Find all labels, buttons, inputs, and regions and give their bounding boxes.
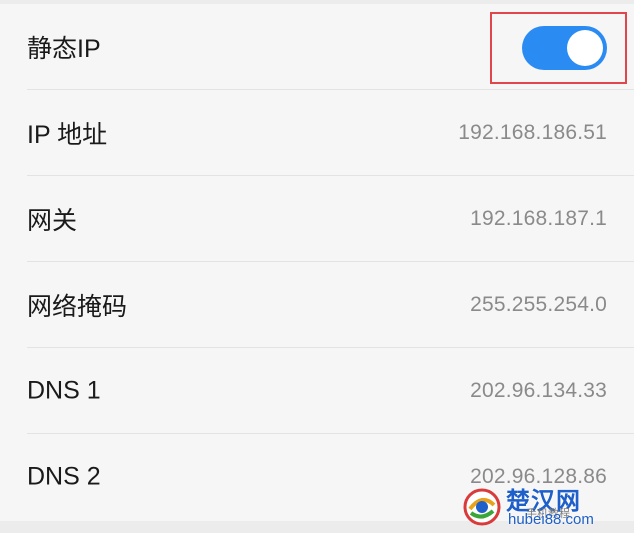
static-ip-label: 静态IP bbox=[27, 35, 101, 63]
watermark-url: hubei88.com bbox=[508, 511, 594, 528]
static-ip-toggle[interactable] bbox=[522, 26, 607, 70]
dns1-label: DNS 1 bbox=[27, 376, 101, 405]
dns1-row[interactable]: DNS 1 202.96.134.33 bbox=[0, 348, 634, 434]
ip-address-row[interactable]: IP 地址 192.168.186.51 bbox=[0, 90, 634, 176]
gateway-label: 网关 bbox=[27, 207, 78, 235]
settings-list: 静态IP IP 地址 192.168.186.51 网关 192.168.187… bbox=[0, 4, 634, 520]
netmask-value: 255.255.254.0 bbox=[470, 293, 607, 316]
dns2-label: DNS 2 bbox=[27, 462, 101, 491]
netmask-label: 网络掩码 bbox=[27, 293, 128, 321]
dns1-value: 202.96.134.33 bbox=[470, 379, 607, 402]
static-ip-row[interactable]: 静态IP bbox=[0, 4, 634, 90]
wifi-static-ip-settings: 静态IP IP 地址 192.168.186.51 网关 192.168.187… bbox=[0, 0, 634, 533]
netmask-row[interactable]: 网络掩码 255.255.254.0 bbox=[0, 262, 634, 348]
ip-address-label: IP 地址 bbox=[27, 121, 108, 149]
ip-address-value: 192.168.186.51 bbox=[458, 121, 607, 144]
toggle-knob bbox=[567, 30, 603, 66]
watermark-logo-icon bbox=[463, 488, 501, 526]
site-watermark: 楚汉网 手机教程 hubei88.com bbox=[462, 485, 630, 531]
gateway-value: 192.168.187.1 bbox=[470, 207, 607, 230]
gateway-row[interactable]: 网关 192.168.187.1 bbox=[0, 176, 634, 262]
